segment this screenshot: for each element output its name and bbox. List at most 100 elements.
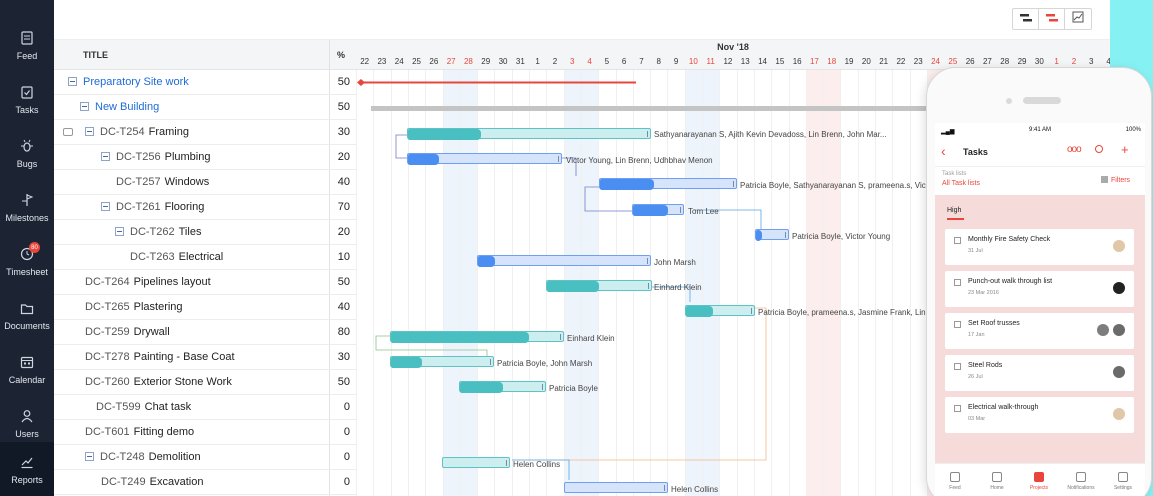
- reports-icon: [19, 454, 35, 470]
- gantt-bar-painting[interactable]: [390, 356, 494, 368]
- table-row[interactable]: DC-T259 Drywall 80: [54, 320, 356, 345]
- nav-label: Reports: [11, 474, 43, 485]
- task-name[interactable]: Preparatory Site work: [83, 76, 189, 88]
- nav-calendar[interactable]: Calendar: [0, 342, 54, 396]
- task-name[interactable]: Framing: [149, 126, 189, 138]
- bars-view-button[interactable]: [1013, 9, 1039, 29]
- gantt-bar-windows[interactable]: [599, 178, 737, 190]
- nav-documents[interactable]: Documents: [0, 288, 54, 342]
- task-checkbox[interactable]: [954, 321, 961, 328]
- comment-icon[interactable]: [63, 128, 73, 136]
- gantt-bar-drywall[interactable]: [390, 331, 564, 343]
- nav-feed[interactable]: Feed: [0, 18, 54, 72]
- table-row[interactable]: DC-T263 Electrical 10: [54, 245, 356, 270]
- table-row[interactable]: DC-T265 Plastering 40: [54, 295, 356, 320]
- task-card[interactable]: Steel Rods 26 Jul: [945, 355, 1134, 391]
- table-row[interactable]: DC-T257 Windows 40: [54, 170, 356, 195]
- filters-button[interactable]: Filters: [1101, 176, 1130, 184]
- gantt-bar-framing[interactable]: [407, 128, 651, 140]
- task-name[interactable]: Painting - Base Coat: [134, 351, 235, 363]
- title-column-header[interactable]: TITLE: [83, 50, 108, 60]
- collapse-toggle[interactable]: [80, 102, 89, 111]
- chart-view-button[interactable]: [1065, 9, 1091, 29]
- gantt-bar-plastering[interactable]: [685, 305, 755, 317]
- task-name[interactable]: Demolition: [149, 451, 201, 463]
- nav-timesheet[interactable]: 80 Timesheet: [0, 234, 54, 288]
- task-card[interactable]: Electrical walk-through 03 Mar: [945, 397, 1134, 433]
- table-row[interactable]: DC-T262 Tiles 20: [54, 220, 356, 245]
- collapse-toggle[interactable]: [85, 127, 94, 136]
- task-checkbox[interactable]: [954, 363, 961, 370]
- filters-label: Filters: [1111, 177, 1131, 184]
- tab-label: Home: [990, 485, 1004, 491]
- table-row[interactable]: Preparatory Site work 50: [54, 70, 356, 95]
- more-options-icon[interactable]: ooo: [1067, 144, 1082, 155]
- tab-home[interactable]: Home: [980, 472, 1014, 491]
- task-name[interactable]: Drywall: [134, 326, 170, 338]
- task-checkbox[interactable]: [954, 405, 961, 412]
- gantt-bar-demolition[interactable]: [442, 457, 510, 468]
- task-name[interactable]: Exterior Stone Work: [134, 376, 232, 388]
- table-row[interactable]: DC-T278 Painting - Base Coat 30: [54, 345, 356, 370]
- nav-milestones[interactable]: Milestones: [0, 180, 54, 234]
- table-row[interactable]: DC-T601 Fitting demo 0: [54, 420, 356, 445]
- table-row[interactable]: DC-T254 Framing 30: [54, 120, 356, 145]
- gantt-bar-pipelines-layout[interactable]: [546, 280, 652, 292]
- gantt-bar-exterior-stone[interactable]: [459, 381, 546, 393]
- table-row[interactable]: DC-T249 Excavation 0: [54, 470, 356, 495]
- task-card[interactable]: Punch-out walk through list 23 Mar 2016: [945, 271, 1134, 307]
- table-row[interactable]: DC-T256 Plumbing 20: [54, 145, 356, 170]
- task-checkbox[interactable]: [954, 279, 961, 286]
- task-name[interactable]: Pipelines layout: [134, 276, 211, 288]
- collapse-toggle[interactable]: [115, 227, 124, 236]
- tab-settings[interactable]: Settings: [1106, 472, 1140, 491]
- documents-icon: [19, 300, 35, 316]
- tab-high[interactable]: High: [947, 207, 965, 220]
- task-name[interactable]: Windows: [165, 176, 210, 188]
- collapse-toggle[interactable]: [101, 152, 110, 161]
- tab-feed[interactable]: Feed: [938, 472, 972, 491]
- mobile-title: Tasks: [963, 147, 988, 157]
- tab-notifications[interactable]: Notifications: [1064, 472, 1098, 491]
- timesheet-badge: 80: [29, 242, 40, 253]
- gantt-bar-flooring[interactable]: [632, 204, 684, 216]
- task-card[interactable]: Monthly Fire Safety Check 31 Jul: [945, 229, 1134, 265]
- search-icon[interactable]: [1095, 145, 1103, 153]
- table-row[interactable]: DC-T599 Chat task 0: [54, 395, 356, 420]
- gantt-bar-excavation[interactable]: [564, 482, 668, 493]
- task-name[interactable]: Plumbing: [165, 151, 211, 163]
- task-name[interactable]: Fitting demo: [134, 426, 195, 438]
- task-name[interactable]: Electrical: [179, 251, 224, 263]
- gantt-bar-plumbing[interactable]: [407, 153, 562, 165]
- gantt-bar-tiles[interactable]: [755, 229, 789, 241]
- collapse-toggle[interactable]: [101, 202, 110, 211]
- back-arrow-icon[interactable]: ‹: [941, 144, 946, 158]
- task-name[interactable]: Excavation: [150, 476, 204, 488]
- add-icon[interactable]: +: [1121, 142, 1129, 157]
- nav-tasks[interactable]: Tasks: [0, 72, 54, 126]
- percent-column-header[interactable]: %: [337, 50, 345, 60]
- table-row[interactable]: New Building 50: [54, 95, 356, 120]
- collapse-toggle[interactable]: [68, 77, 77, 86]
- task-name[interactable]: Plastering: [134, 301, 183, 313]
- gantt-bar-electrical[interactable]: [477, 255, 651, 267]
- table-row[interactable]: DC-T264 Pipelines layout 50: [54, 270, 356, 295]
- tasklists-selector[interactable]: All Task lists: [942, 180, 980, 187]
- nav-bugs[interactable]: Bugs: [0, 126, 54, 180]
- task-name[interactable]: New Building: [95, 101, 159, 113]
- table-row[interactable]: DC-T248 Demolition 0: [54, 445, 356, 470]
- nav-reports[interactable]: Reports: [0, 442, 54, 496]
- collapse-toggle[interactable]: [85, 452, 94, 461]
- task-name[interactable]: Tiles: [179, 226, 202, 238]
- summary-bar[interactable]: [371, 106, 931, 111]
- task-name[interactable]: Flooring: [165, 201, 205, 213]
- table-row[interactable]: DC-T261 Flooring 70: [54, 195, 356, 220]
- critical-path-button[interactable]: [1039, 9, 1065, 29]
- table-row[interactable]: DC-T260 Exterior Stone Work 50: [54, 370, 356, 395]
- tab-projects[interactable]: Projects: [1022, 472, 1056, 491]
- task-id: DC-T278: [85, 351, 130, 363]
- gantt-toolbar: [54, 0, 1110, 40]
- task-checkbox[interactable]: [954, 237, 961, 244]
- task-name[interactable]: Chat task: [145, 401, 191, 413]
- task-card[interactable]: Set Roof trusses 17 Jan: [945, 313, 1134, 349]
